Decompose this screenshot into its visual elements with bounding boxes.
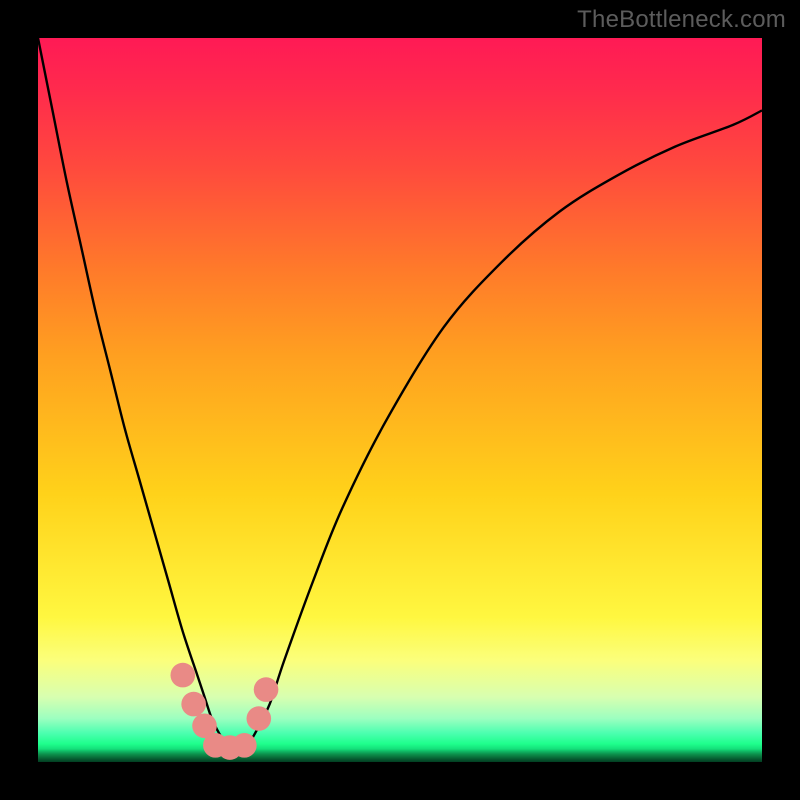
bottleneck-curve-path bbox=[38, 38, 762, 748]
marker-right-1 bbox=[247, 706, 272, 731]
curve-layer bbox=[38, 38, 762, 762]
marker-left-2 bbox=[181, 692, 206, 717]
markers-group bbox=[170, 663, 278, 760]
marker-floor-3 bbox=[232, 733, 257, 758]
attribution-text: TheBottleneck.com bbox=[577, 6, 786, 34]
marker-left-1 bbox=[170, 663, 195, 688]
bottleneck-curve bbox=[38, 38, 762, 748]
plot-area bbox=[38, 38, 762, 762]
chart-frame: TheBottleneck.com bbox=[0, 0, 800, 800]
marker-right-2 bbox=[254, 677, 279, 702]
